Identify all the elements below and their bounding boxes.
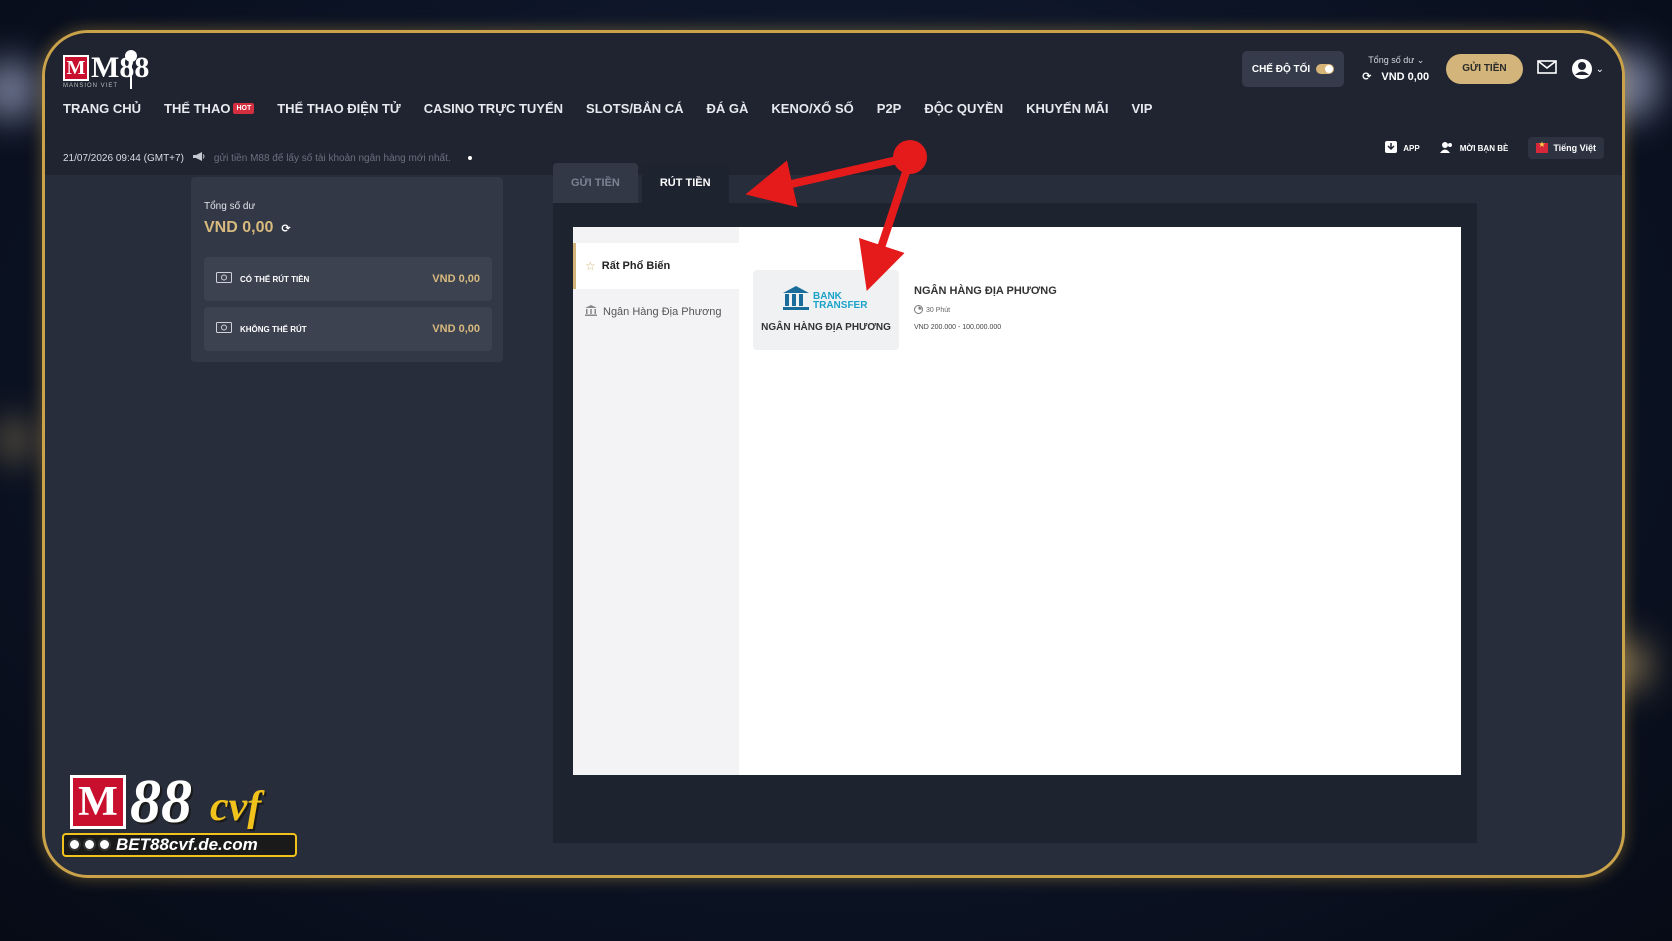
wallet-title: Tổng số dư bbox=[204, 201, 256, 212]
category-list: ☆ Rất Phổ Biến Ngân Hàng Địa Phương bbox=[573, 227, 739, 775]
refresh-icon[interactable]: ⟳ bbox=[281, 222, 290, 235]
app-link[interactable]: APP bbox=[1385, 141, 1420, 155]
method-name: NGÂN HÀNG ĐỊA PHƯƠNG bbox=[761, 322, 891, 333]
announcement-bar: 21/07/2026 09:44 (GMT+7) gửi tiền M88 để… bbox=[63, 151, 523, 165]
chevron-down-icon[interactable]: ⌄ bbox=[1417, 55, 1425, 65]
watermark-suffix: cvf bbox=[210, 784, 262, 830]
bank-icon bbox=[783, 286, 809, 315]
logo-subtitle: MANSION VIET bbox=[63, 83, 119, 89]
datetime: 21/07/2026 09:44 (GMT+7) bbox=[63, 152, 184, 164]
bank-transfer-logo: BANK TRANSFER bbox=[783, 286, 867, 315]
invite-friends-link[interactable]: MỜI BẠN BÈ bbox=[1439, 141, 1508, 155]
processing-time: 30 Phút bbox=[926, 307, 951, 314]
watermark-number: 88 bbox=[130, 768, 192, 836]
hot-badge: HOT bbox=[233, 103, 255, 114]
bank-icon bbox=[585, 305, 597, 319]
users-icon bbox=[1439, 141, 1454, 155]
logo-text: M88 bbox=[91, 51, 150, 84]
bank-transfer-option[interactable]: BANK TRANSFER NGÂN HÀNG ĐỊA PHƯƠNG bbox=[753, 270, 899, 350]
utility-bar: APP MỜI BẠN BÈ Tiếng Việt bbox=[1385, 137, 1604, 159]
background-light bbox=[0, 60, 40, 120]
nav-cockfight[interactable]: ĐÁ GÀ bbox=[707, 101, 749, 116]
nav-esports[interactable]: THỂ THAO ĐIỆN TỬ bbox=[277, 101, 400, 116]
wallet-total: VND 0,00 bbox=[204, 219, 274, 236]
background-light bbox=[0, 420, 30, 460]
nav-casino[interactable]: CASINO TRỰC TUYẾN bbox=[424, 101, 563, 116]
watermark-m: M bbox=[70, 775, 126, 829]
browser-frame: M M88 MANSION VIET TRANG CHỦ THỂ THAO HOT… bbox=[42, 30, 1625, 878]
withdrawable-row: CÓ THỂ RÚT TIỀN VND 0,00 bbox=[204, 257, 492, 301]
site-header: M M88 MANSION VIET TRANG CHỦ THỂ THAO HOT… bbox=[45, 33, 1622, 175]
method-details: NGÂN HÀNG ĐỊA PHƯƠNG 30 Phút VND 200.000… bbox=[914, 285, 1057, 331]
amount-range: VND 200.000 - 100.000.000 bbox=[914, 324, 1002, 331]
nav-sports[interactable]: THỂ THAO HOT bbox=[164, 101, 255, 116]
nav-slots[interactable]: SLOTS/BẮN CÁ bbox=[586, 101, 684, 116]
method-title: NGÂN HÀNG ĐỊA PHƯƠNG bbox=[914, 285, 1057, 297]
logo-flag-icon bbox=[130, 59, 132, 89]
header-balance: Tổng số dư ⌄ ⟳ VND 0,00 bbox=[1362, 55, 1430, 83]
wallet-panel: Tổng số dư VND 0,00 ⟳ CÓ THỂ RÚT TIỀN VN… bbox=[191, 177, 503, 362]
account-icon[interactable]: ⌄ bbox=[1571, 58, 1604, 80]
withdraw-content: ☆ Rất Phổ Biến Ngân Hàng Địa Phương BANK… bbox=[553, 203, 1477, 843]
nav-keno[interactable]: KENO/XỔ SỐ bbox=[771, 101, 853, 116]
ticker-message: gửi tiền M88 để lấy số tài khoản ngân hà… bbox=[213, 152, 451, 164]
nav-home[interactable]: TRANG CHỦ bbox=[63, 101, 141, 116]
nav-exclusive[interactable]: ĐỘC QUYỀN bbox=[924, 101, 1003, 116]
category-local-bank[interactable]: Ngân Hàng Địa Phương bbox=[573, 289, 739, 335]
deposit-button[interactable]: GỬI TIỀN bbox=[1446, 54, 1523, 84]
site-watermark: M 88 cvf BET88cvf.de.com bbox=[60, 768, 300, 860]
nav-promotions[interactable]: KHUYẾN MÃI bbox=[1026, 101, 1108, 116]
mail-icon[interactable] bbox=[1536, 59, 1557, 79]
nav-vip[interactable]: VIP bbox=[1131, 101, 1152, 116]
refresh-icon[interactable]: ⟳ bbox=[1362, 70, 1371, 83]
cash-icon bbox=[216, 270, 232, 288]
tab-withdraw[interactable]: RÚT TIỀN bbox=[641, 163, 729, 203]
download-icon bbox=[1385, 141, 1398, 155]
transaction-tabs: GỬI TIỀN RÚT TIỀN bbox=[553, 163, 729, 203]
non-withdrawable-row: KHÔNG THỂ RÚT VND 0,00 bbox=[204, 307, 492, 351]
toggle-switch[interactable] bbox=[1316, 64, 1335, 74]
star-icon: ☆ bbox=[585, 259, 596, 273]
cash-icon bbox=[216, 320, 232, 338]
soccer-ball-icons bbox=[68, 838, 111, 851]
vietnam-flag-icon bbox=[1536, 140, 1549, 153]
site-logo[interactable]: M M88 MANSION VIET bbox=[63, 50, 149, 91]
balance-value: VND 0,00 bbox=[1381, 70, 1430, 83]
chevron-down-icon: ⌄ bbox=[1595, 63, 1604, 75]
clock-icon bbox=[914, 305, 923, 316]
header-actions: CHẾ ĐỘ TỐI Tổng số dư ⌄ ⟳ VND 0,00 GỬI T… bbox=[1241, 51, 1604, 87]
ticker-dot bbox=[467, 156, 472, 160]
nav-p2p[interactable]: P2P bbox=[877, 101, 902, 116]
megaphone-icon bbox=[192, 151, 206, 165]
payment-method-card: ☆ Rất Phổ Biến Ngân Hàng Địa Phương BANK… bbox=[573, 227, 1461, 775]
category-popular[interactable]: ☆ Rất Phổ Biến bbox=[573, 243, 739, 289]
main-nav: TRANG CHỦ THỂ THAO HOT THỂ THAO ĐIỆN TỬ C… bbox=[63, 101, 1175, 116]
tab-deposit[interactable]: GỬI TIỀN bbox=[553, 163, 638, 203]
dark-mode-toggle[interactable]: CHẾ ĐỘ TỐI bbox=[1241, 51, 1345, 87]
language-selector[interactable]: Tiếng Việt bbox=[1528, 137, 1604, 159]
